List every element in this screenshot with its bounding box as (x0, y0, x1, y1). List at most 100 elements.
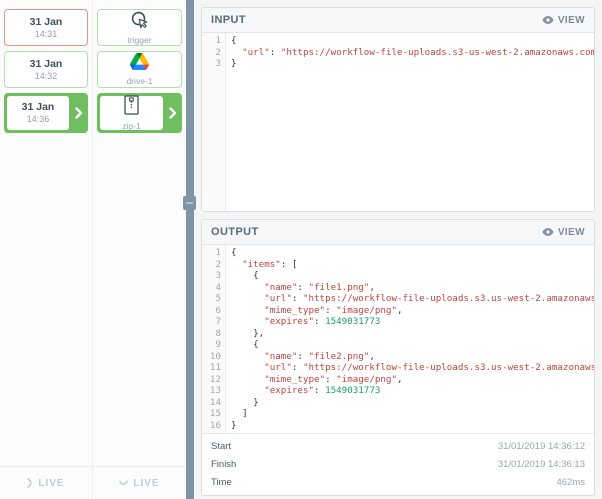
line-number: 6 (202, 305, 225, 317)
live-stream-icon (27, 478, 33, 488)
execution-timing-footer: Start 31/01/2019 14:36:12 Finish 31/01/2… (202, 433, 594, 495)
timing-label: Finish (211, 459, 236, 470)
line-number: 2 (202, 47, 225, 59)
line-number: 11 (202, 362, 225, 374)
line-number: 10 (202, 351, 225, 363)
code-line: } (231, 58, 594, 70)
code-line: "name": "file2.png", (231, 351, 594, 363)
line-number: 16 (202, 420, 225, 432)
step-drive-1[interactable]: drive-1 (97, 51, 182, 88)
timing-value: 31/01/2019 14:36:13 (498, 459, 585, 470)
output-view-button[interactable]: VIEW (542, 227, 585, 238)
code-lines: { "items": [ { "name": "file1.png", "url… (227, 245, 594, 433)
chevron-right-icon (69, 93, 88, 133)
line-number: 13 (202, 385, 225, 397)
step-label: trigger (127, 35, 151, 45)
step-label: zip-1 (122, 121, 140, 131)
line-number: 12 (202, 374, 225, 386)
code-line: "items": [ (231, 259, 594, 271)
line-number: 15 (202, 408, 225, 420)
line-number: 1 (202, 247, 225, 259)
line-number: 3 (202, 58, 225, 70)
code-line: "mime_type": "image/png", (231, 374, 594, 386)
live-label: LIVE (133, 478, 159, 489)
code-line: "mime_type": "image/png", (231, 305, 594, 317)
execution-item-1436-selected[interactable]: 31 Jan 14:36 (4, 93, 88, 133)
timing-row-start: Start 31/01/2019 14:36:12 (202, 437, 594, 455)
code-line: "expires": 1549031773 (231, 316, 594, 328)
output-panel-header: OUTPUT VIEW (202, 220, 594, 245)
execution-item-1432[interactable]: 31 Jan 14:32 (4, 51, 88, 88)
code-line: "name": "file1.png", (231, 282, 594, 294)
live-label: LIVE (38, 478, 64, 489)
execution-time: 14:36 (27, 114, 50, 125)
zip-file-icon (124, 95, 139, 120)
output-code-editor[interactable]: 12345678910111213141516 { "items": [ { "… (202, 245, 594, 433)
output-panel: OUTPUT VIEW 12345678910111213141516 { "i… (201, 219, 595, 496)
step-zip-1-selected[interactable]: zip-1 (97, 93, 182, 133)
timing-row-finish: Finish 31/01/2019 14:36:13 (202, 455, 594, 473)
view-label: VIEW (558, 227, 585, 238)
code-line: } (231, 420, 594, 432)
execution-date: 31 Jan (30, 16, 63, 29)
code-line: { (231, 247, 594, 259)
input-panel-title: INPUT (211, 14, 246, 26)
eye-icon (542, 228, 554, 236)
input-panel: INPUT VIEW 123 { "url": "https://workflo… (201, 7, 595, 212)
code-line: ] (231, 408, 594, 420)
live-follow-icon (119, 480, 128, 486)
line-number: 9 (202, 339, 225, 351)
line-number: 7 (202, 316, 225, 328)
steps-column: trigger drive-1 (93, 0, 186, 499)
execution-time: 14:32 (35, 71, 58, 82)
panel-resize-splitter[interactable] (186, 0, 194, 499)
google-drive-icon (130, 53, 149, 75)
line-number: 2 (202, 259, 225, 271)
code-line: { (231, 35, 594, 47)
step-trigger[interactable]: trigger (97, 9, 182, 46)
chevron-right-icon (163, 93, 182, 133)
view-label: VIEW (558, 15, 585, 26)
live-toggle-row: LIVE LIVE (0, 466, 186, 499)
execution-card-body: 31 Jan 14:36 (7, 96, 69, 130)
inspector-main: INPUT VIEW 123 { "url": "https://workflo… (194, 0, 602, 499)
execution-date: 31 Jan (22, 101, 55, 114)
code-line: "url": "https://workflow-file-uploads.s3… (231, 47, 594, 59)
input-panel-header: INPUT VIEW (202, 8, 594, 33)
line-number: 14 (202, 397, 225, 409)
code-line: }, (231, 328, 594, 340)
line-number: 3 (202, 270, 225, 282)
execution-time: 14:31 (35, 29, 58, 40)
execution-sidebar: 31 Jan 14:31 31 Jan 14:32 31 Jan 14:36 (0, 0, 186, 499)
timing-label: Time (211, 477, 232, 488)
input-view-button[interactable]: VIEW (542, 15, 585, 26)
timing-value: 31/01/2019 14:36:12 (498, 441, 585, 452)
line-number: 5 (202, 293, 225, 305)
click-trigger-icon (130, 10, 149, 34)
executions-column: 31 Jan 14:31 31 Jan 14:32 31 Jan 14:36 (0, 0, 93, 499)
line-number-gutter: 12345678910111213141516 (202, 245, 226, 433)
output-panel-title: OUTPUT (211, 226, 259, 238)
timing-row-time: Time 462ms (202, 473, 594, 491)
code-lines: { "url": "https://workflow-file-uploads.… (227, 33, 594, 72)
code-line: { (231, 270, 594, 282)
code-line: } (231, 397, 594, 409)
eye-icon (542, 16, 554, 24)
steps-live-toggle[interactable]: LIVE (93, 467, 186, 499)
step-label: drive-1 (127, 76, 153, 86)
line-number-gutter: 123 (202, 33, 226, 211)
code-line: "url": "https://workflow-file-uploads.s3… (231, 362, 594, 374)
splitter-drag-handle[interactable] (183, 196, 196, 210)
line-number: 8 (202, 328, 225, 340)
timing-label: Start (211, 441, 231, 452)
code-line: "expires": 1549031773 (231, 385, 594, 397)
line-number: 1 (202, 35, 225, 47)
timing-value: 462ms (556, 477, 585, 488)
executions-live-toggle[interactable]: LIVE (0, 467, 93, 499)
execution-date: 31 Jan (30, 58, 63, 71)
line-number: 4 (202, 282, 225, 294)
code-line: { (231, 339, 594, 351)
code-line: "url": "https://workflow-file-uploads.s3… (231, 293, 594, 305)
input-code-editor[interactable]: 123 { "url": "https://workflow-file-uplo… (202, 33, 594, 211)
execution-item-1431[interactable]: 31 Jan 14:31 (4, 9, 88, 46)
